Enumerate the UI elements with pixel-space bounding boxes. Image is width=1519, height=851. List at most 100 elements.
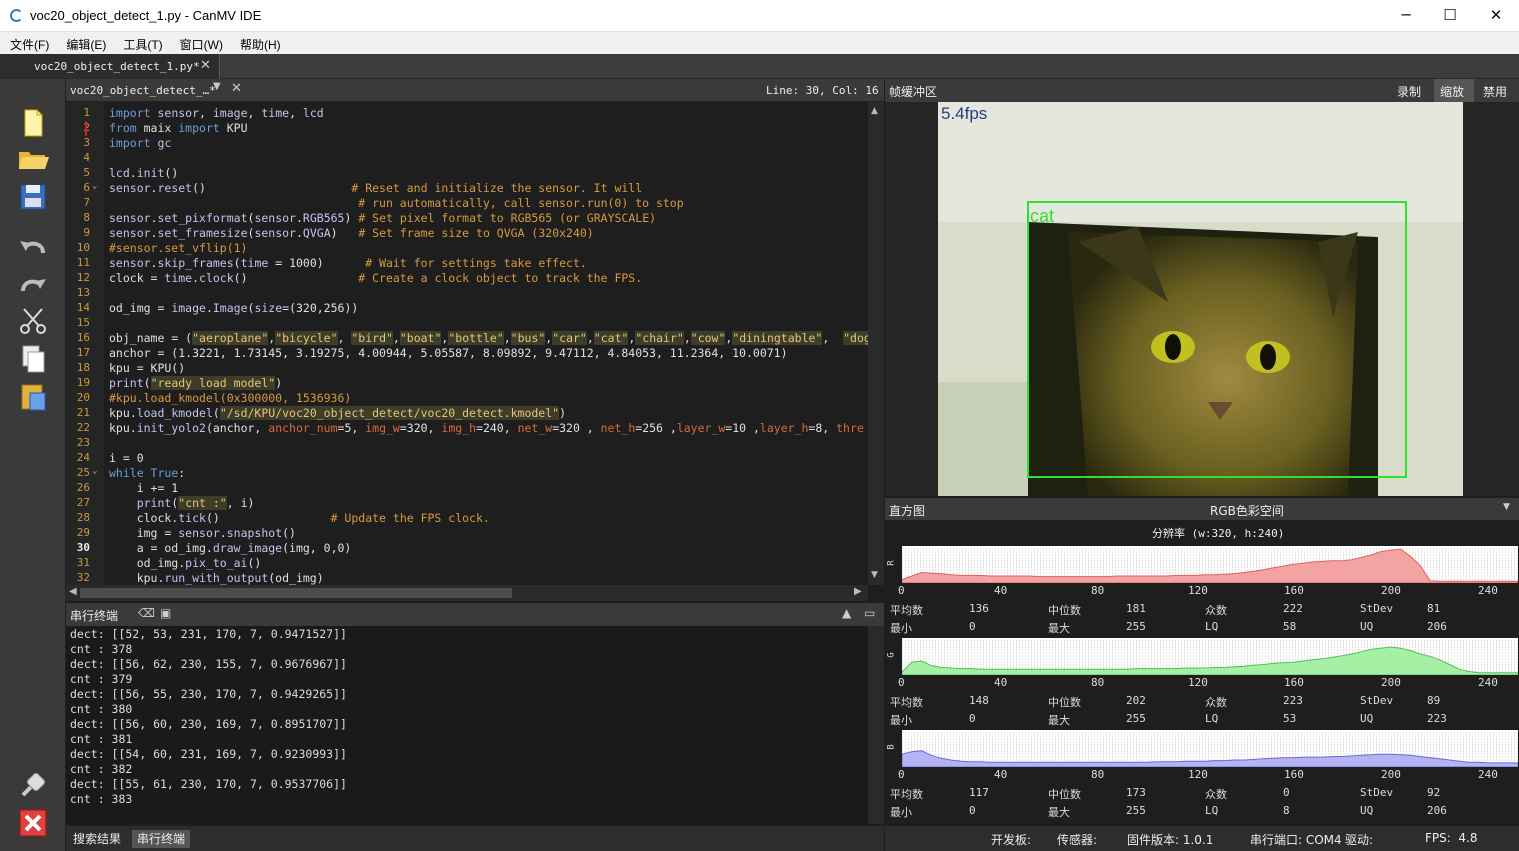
- open-folder-icon[interactable]: [15, 143, 51, 175]
- menu-help[interactable]: 帮助(H): [230, 32, 288, 53]
- redo-icon[interactable]: [15, 267, 51, 299]
- line-number: 8: [83, 211, 90, 224]
- histogram-panel: 分辨率 (w:320, h:240) R 0 40 80 120 160 200 240 平均数…: [885, 520, 1519, 826]
- window-title: voc20_object_detect_1.py - CanMV IDE: [30, 8, 262, 23]
- code-line: obj_name = ("aeroplane","bicycle", "bird…: [109, 331, 868, 345]
- maximize-button[interactable]: ☐: [1427, 0, 1473, 32]
- document-tab-bar: voc20_object_detect_1.py* ✕: [0, 54, 1519, 79]
- zoom-button[interactable]: 缩放: [1434, 79, 1474, 102]
- line-number: 14: [76, 301, 90, 314]
- menu-tools[interactable]: 工具(T): [113, 32, 169, 53]
- stat-label: 平均数: [890, 696, 923, 709]
- file-dropdown-icon[interactable]: ▼: [213, 81, 221, 92]
- tab-close-icon[interactable]: ✕: [200, 58, 211, 73]
- colorspace-dropdown-icon[interactable]: ▼: [1503, 502, 1510, 512]
- line-number: 15: [76, 316, 90, 329]
- terminal-scrollbar[interactable]: [868, 626, 884, 824]
- histogram-tick: 120: [1188, 676, 1208, 689]
- histogram-tick: 80: [1091, 584, 1105, 597]
- serial-port: 串行端口: COM4: [1250, 833, 1342, 847]
- close-file-icon[interactable]: ✕: [231, 81, 242, 96]
- fold-icon[interactable]: ⌄: [92, 466, 97, 476]
- collapse-icon[interactable]: ▲: [842, 606, 851, 620]
- fold-icon[interactable]: ⌄: [92, 181, 97, 191]
- copy-icon[interactable]: [15, 343, 51, 375]
- line-number: 32: [76, 571, 90, 584]
- tab-search-results[interactable]: 搜索结果: [68, 830, 126, 848]
- stat-value: 173: [1126, 786, 1146, 799]
- terminal-output[interactable]: dect: [[52, 53, 231, 170, 7, 0.9471527]]…: [66, 626, 868, 824]
- cut-icon[interactable]: [15, 305, 51, 337]
- line-number: 31: [76, 556, 90, 569]
- line-number: 23: [76, 436, 90, 449]
- stat-value: 117: [969, 786, 989, 799]
- code-line: kpu = KPU(): [109, 361, 186, 375]
- line-number: 9: [83, 226, 90, 239]
- framebuffer-title: 帧缓冲区: [889, 85, 938, 99]
- tab-serial-terminal[interactable]: 串行终端: [132, 830, 191, 848]
- histogram-header: 直方图 RGB色彩空间 ▼: [885, 498, 1519, 520]
- stat-label: StDev: [1360, 602, 1394, 615]
- channel-label: G: [886, 652, 897, 658]
- editor-horizontal-scrollbar[interactable]: ◀ ▶: [66, 585, 868, 601]
- line-number: 18: [76, 361, 90, 374]
- maximize-pane-icon[interactable]: ▭: [864, 606, 875, 620]
- menu-window[interactable]: 窗口(W): [170, 32, 230, 53]
- scrollbar-thumb[interactable]: [80, 588, 512, 598]
- stat-value: 8: [1283, 804, 1290, 817]
- stat-value: 81: [1427, 602, 1441, 615]
- stop-icon[interactable]: [15, 807, 51, 839]
- stat-label: 中位数: [1048, 788, 1081, 801]
- histogram-area-b: [901, 750, 1519, 768]
- line-number: 10: [76, 241, 90, 254]
- menu-bar: 文件(F) 编辑(E) 工具(T) 窗口(W) 帮助(H): [0, 32, 1519, 54]
- histogram-tick: 80: [1091, 768, 1105, 781]
- stat-label: 最大: [1048, 806, 1070, 819]
- close-button[interactable]: ✕: [1473, 0, 1519, 32]
- paste-icon[interactable]: [15, 381, 51, 413]
- new-file-icon[interactable]: [15, 107, 51, 139]
- detection-label: cat: [1030, 206, 1054, 226]
- menu-file[interactable]: 文件(F): [0, 32, 56, 53]
- menu-edit[interactable]: 编辑(E): [56, 32, 113, 53]
- line-number-gutter: 1234567891011121314151617181920212223242…: [66, 102, 104, 585]
- stat-label: LQ: [1205, 804, 1219, 817]
- save-terminal-icon[interactable]: ▣: [160, 606, 171, 620]
- terminal-line: dect: [[54, 60, 231, 169, 7, 0.9230993]]: [70, 747, 347, 761]
- colorspace-select[interactable]: RGB色彩空间: [1210, 502, 1284, 519]
- stat-label: 最小: [890, 622, 912, 635]
- fps-status: FPS: 4.8: [1425, 831, 1478, 845]
- code-line: print("ready load model"): [109, 376, 283, 390]
- stat-value: 206: [1427, 620, 1447, 633]
- code-line: import gc: [109, 136, 172, 150]
- minimize-button[interactable]: ─: [1383, 0, 1429, 32]
- undo-icon[interactable]: [15, 229, 51, 261]
- histogram-tick: 80: [1091, 676, 1105, 689]
- stat-label: 中位数: [1048, 696, 1081, 709]
- file-selector[interactable]: voc20_object_detect_…*: [70, 84, 216, 97]
- document-tab[interactable]: voc20_object_detect_1.py* ✕: [0, 54, 220, 79]
- line-number: 25: [76, 466, 90, 479]
- title-bar: voc20_object_detect_1.py - CanMV IDE ─ ☐…: [0, 0, 1519, 32]
- code-line: od_img.pix_to_ai(): [109, 556, 262, 570]
- disable-button[interactable]: 禁用: [1483, 83, 1507, 100]
- histogram-title: 直方图: [889, 504, 926, 518]
- stat-value: 206: [1427, 804, 1447, 817]
- stat-label: StDev: [1360, 786, 1394, 799]
- line-number: 12: [76, 271, 90, 284]
- line-number: 6: [83, 181, 90, 194]
- line-number: 22: [76, 421, 90, 434]
- histogram-tick: 160: [1284, 584, 1304, 597]
- line-number: 13: [76, 286, 90, 299]
- editor-vertical-scrollbar[interactable]: ▲ ▼: [868, 102, 884, 585]
- code-editor[interactable]: 1234567891011121314151617181920212223242…: [66, 102, 868, 585]
- terminal-line: dect: [[52, 53, 231, 170, 7, 0.9471527]]: [70, 627, 347, 641]
- clear-terminal-icon[interactable]: ⌫: [138, 606, 155, 620]
- status-bar: 开发板: 传感器: 固件版本: 1.0.1 串行端口: COM4 驱动: FPS…: [885, 826, 1519, 851]
- line-number: 11: [76, 256, 90, 269]
- connect-icon[interactable]: [15, 769, 51, 801]
- code-line: kpu.init_yolo2(anchor, anchor_num=5, img…: [109, 421, 864, 435]
- record-button[interactable]: 录制: [1397, 83, 1421, 100]
- line-number: 28: [76, 511, 90, 524]
- save-icon[interactable]: [15, 181, 51, 213]
